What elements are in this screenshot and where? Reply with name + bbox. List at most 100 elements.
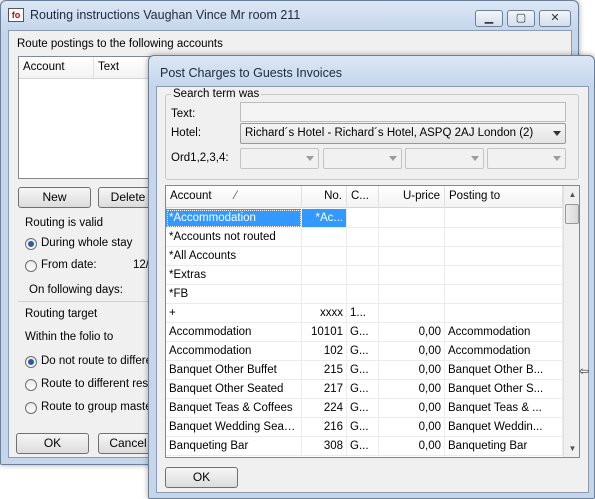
table-row[interactable]: *Accommodation *Ac... — [166, 209, 563, 228]
scrollbar-thumb[interactable] — [565, 204, 579, 224]
route-group-master-radio[interactable] — [25, 402, 37, 414]
cell-no: 216 — [302, 418, 347, 437]
cell-no — [302, 228, 347, 247]
column-header-account[interactable]: Account ⁄ — [166, 186, 302, 208]
fo-app-icon: fo — [8, 8, 24, 22]
cell-c: G... — [347, 361, 379, 380]
routing-accounts-list[interactable]: Account Text — [18, 56, 153, 179]
cell-posting: Banquet Teas & ... — [445, 399, 563, 418]
cell-no: 224 — [302, 399, 347, 418]
cell-c: G... — [347, 342, 379, 361]
grid-scrollbar[interactable]: ▲ ▼ — [563, 186, 579, 457]
routing-window-titlebar[interactable]: fo Routing instructions Vaughan Vince Mr… — [1, 1, 578, 29]
table-row[interactable]: *Accounts not routed — [166, 228, 563, 247]
cell-price: 0,00 — [379, 323, 445, 342]
scroll-up-icon[interactable]: ▲ — [564, 186, 579, 203]
chevron-down-icon — [306, 156, 314, 161]
post-charges-window: Post Charges to Guests Invoices Search t… — [148, 55, 595, 499]
from-date-radio[interactable] — [25, 260, 37, 272]
cell-no: 102 — [302, 342, 347, 361]
column-header-account[interactable]: Account — [19, 57, 94, 79]
routing-window-title: Routing instructions Vaughan Vince Mr ro… — [30, 8, 301, 22]
routing-ok-button[interactable]: OK — [16, 433, 89, 454]
chevron-down-icon — [389, 156, 397, 161]
do-not-route-radio[interactable] — [25, 356, 37, 368]
column-header-text[interactable]: Text — [94, 57, 152, 79]
cell-posting: Banquet Weddin... — [445, 418, 563, 437]
cell-price — [379, 304, 445, 323]
cell-posting — [445, 228, 563, 247]
new-button[interactable]: New — [18, 187, 91, 208]
hotel-select[interactable]: Richard´s Hotel - Richard´s Hotel, ASPQ … — [240, 123, 566, 144]
table-row[interactable]: Accommodation 10101 G... 0,00 Accommodation — [166, 323, 563, 342]
cell-posting: Accommodation — [445, 323, 563, 342]
ord1-select[interactable] — [240, 148, 319, 169]
cell-no — [302, 247, 347, 266]
during-whole-stay-radio[interactable] — [25, 238, 37, 250]
column-header-c[interactable]: C... — [347, 186, 379, 208]
from-date-value[interactable]: 12/ — [133, 259, 149, 271]
column-header-no[interactable]: No. — [302, 186, 347, 208]
cell-posting: Banquet Other B... — [445, 361, 563, 380]
route-reservation-radio[interactable] — [25, 379, 37, 391]
ord4-select[interactable] — [487, 148, 566, 169]
cell-c: G... — [347, 418, 379, 437]
cell-price: 0,00 — [379, 437, 445, 456]
cell-c: G... — [347, 437, 379, 456]
table-row[interactable]: *All Accounts — [166, 247, 563, 266]
cell-c — [347, 285, 379, 304]
route-postings-label: Route postings to the following accounts — [17, 38, 223, 50]
table-row[interactable]: Accommodation 102 G... 0,00 Accommodation — [166, 342, 563, 361]
table-row[interactable]: Banquet Other Seated 217 G... 0,00 Banquet O… — [166, 380, 563, 399]
cell-account: Banquet Teas & Coffees — [166, 399, 302, 418]
cell-account: *FB — [166, 285, 302, 304]
column-header-uprice[interactable]: U-price — [379, 186, 445, 208]
table-row[interactable]: + xxxx 1... — [166, 304, 563, 323]
table-row[interactable]: Banquet Wedding Seated 216 G... 0,00 Banquet… — [166, 418, 563, 437]
table-row[interactable]: Banqueting Bar 308 G... 0,00 Banqueting Bar — [166, 437, 563, 456]
cell-account: Banqueting Bar — [166, 437, 302, 456]
cell-c: G... — [347, 399, 379, 418]
ord2-select[interactable] — [323, 148, 402, 169]
route-group-master-label: Route to group master — [41, 401, 156, 413]
on-following-days-label: On following days: — [29, 284, 123, 296]
table-row[interactable]: Banquet Teas & Coffees 224 G... 0,00 Banquet… — [166, 399, 563, 418]
splitter-arrow-icon[interactable]: ⇦ — [579, 364, 589, 378]
post-charges-ok-button[interactable]: OK — [165, 467, 238, 488]
close-button[interactable]: ✕ — [539, 10, 571, 27]
cell-price: 0,00 — [379, 361, 445, 380]
cell-price: 0,00 — [379, 418, 445, 437]
hotel-select-value: Richard´s Hotel - Richard´s Hotel, ASPQ … — [245, 127, 534, 139]
cell-c — [347, 209, 379, 228]
table-row[interactable]: *Extras — [166, 266, 563, 285]
cell-account: Accommodation — [166, 323, 302, 342]
cell-price — [379, 228, 445, 247]
minimize-button[interactable]: ▁ — [475, 10, 503, 27]
maximize-button[interactable]: ▢ — [507, 10, 535, 27]
table-row[interactable]: *FB — [166, 285, 563, 304]
table-row[interactable]: Banquet Other Buffet 215 G... 0,00 Banquet O… — [166, 361, 563, 380]
post-charges-titlebar[interactable]: Post Charges to Guests Invoices — [149, 56, 594, 85]
cell-posting: Banquet Other S... — [445, 380, 563, 399]
cell-no: 215 — [302, 361, 347, 380]
cell-price: 0,00 — [379, 342, 445, 361]
text-field[interactable] — [240, 102, 566, 122]
accounts-grid[interactable]: Account ⁄ No. C... U-price Posting to *A… — [165, 185, 580, 458]
column-header-posting-to[interactable]: Posting to — [445, 186, 563, 208]
cell-price — [379, 247, 445, 266]
cell-c: G... — [347, 380, 379, 399]
cell-posting — [445, 285, 563, 304]
text-label: Text: — [171, 108, 196, 120]
sort-ascending-icon: ⁄ — [234, 190, 237, 202]
scroll-down-icon[interactable]: ▼ — [564, 440, 579, 457]
cell-c: G... — [347, 323, 379, 342]
cell-posting — [445, 209, 563, 228]
cell-c — [347, 228, 379, 247]
within-folio-label: Within the folio to — [25, 331, 114, 343]
search-term-label: Search term was — [171, 88, 262, 100]
cell-no: 10101 — [302, 323, 347, 342]
cell-account: Banquet Wedding Seated — [166, 418, 302, 437]
during-whole-stay-label: During whole stay — [41, 237, 133, 249]
hotel-label: Hotel: — [171, 127, 202, 139]
ord3-select[interactable] — [405, 148, 484, 169]
